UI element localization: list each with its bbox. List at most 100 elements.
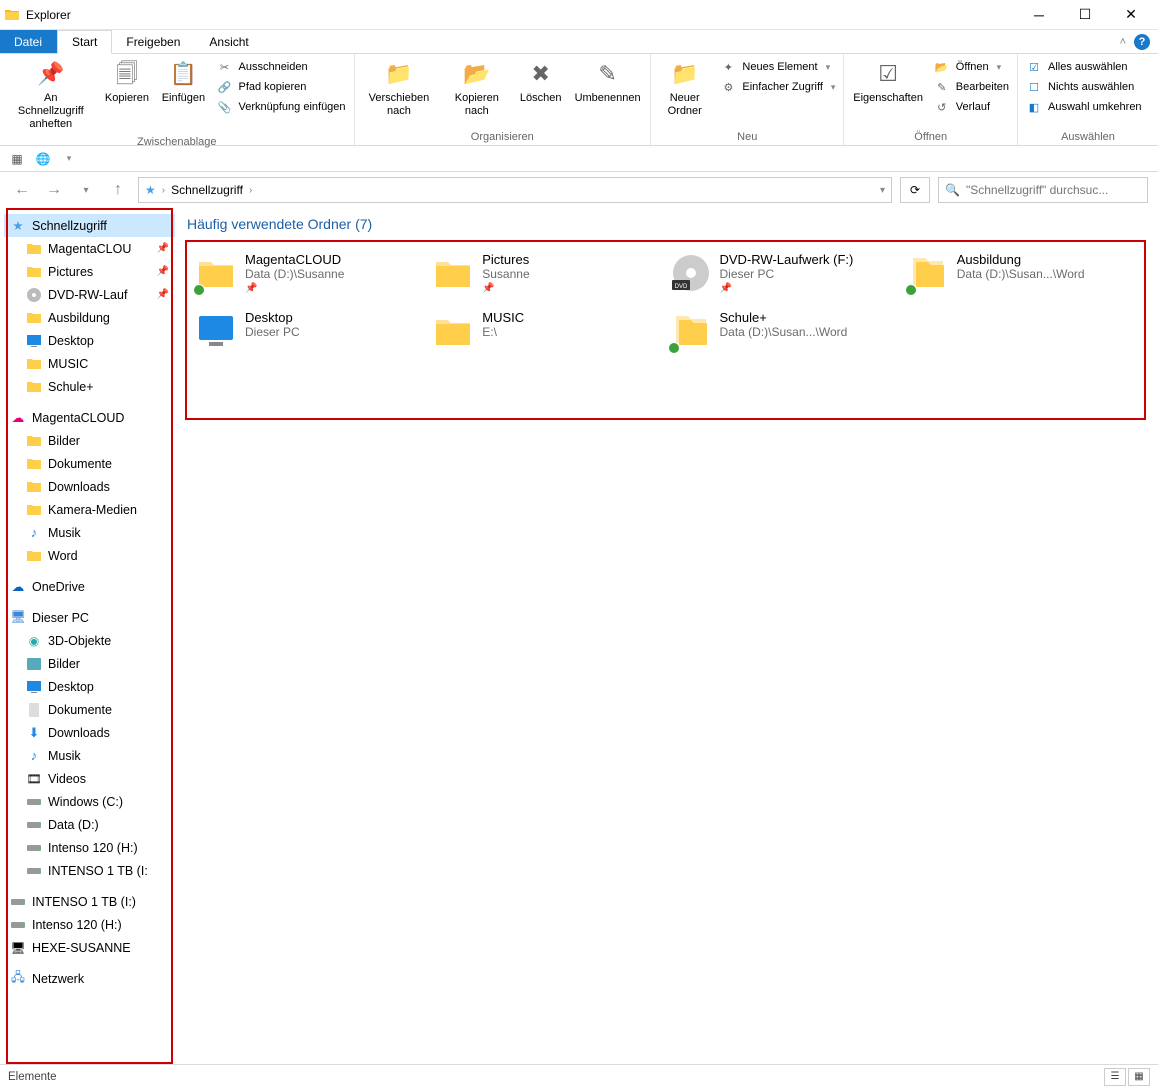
up-button[interactable]: ↑ <box>106 178 130 202</box>
tree-quick-item[interactable]: MUSIC <box>4 352 175 375</box>
tree-drive-item[interactable]: 🖥HEXE-SUSANNE <box>4 936 175 959</box>
tree-quick-item[interactable]: Schule+ <box>4 375 175 398</box>
tree-magenta-item[interactable]: Kamera-Medien <box>4 498 175 521</box>
crumb-sep-icon: › <box>249 185 252 196</box>
tree-thispc[interactable]: 🖥 Dieser PC <box>4 606 175 629</box>
quick-access-toolbar: ▦ 🌐 ▾ <box>0 146 1158 172</box>
tree-thispc-item[interactable]: INTENSO 1 TB (I: <box>4 859 175 882</box>
shortcut-icon: 📎 <box>217 99 233 115</box>
folder-icon <box>26 548 42 564</box>
folder-item[interactable]: DVD DVD-RW-Laufwerk (F:) Dieser PC 📌 <box>670 252 899 294</box>
tree-quickaccess[interactable]: ★ Schnellzugriff <box>4 214 175 237</box>
copy-path-button[interactable]: 🔗Pfad kopieren <box>213 78 350 96</box>
view-icons-button[interactable]: ▦ <box>1128 1068 1150 1086</box>
tree-onedrive[interactable]: ☁ OneDrive <box>4 575 175 598</box>
tab-start[interactable]: Start <box>57 30 112 54</box>
qat-view-icon[interactable]: ▦ <box>6 149 28 169</box>
copy-to-button[interactable]: 📂 Kopieren nach <box>441 56 512 120</box>
tree-thispc-item[interactable]: Dokumente <box>4 698 175 721</box>
tree-magenta-item[interactable]: Word <box>4 544 175 567</box>
addr-dropdown-icon[interactable]: ▾ <box>880 185 885 196</box>
close-button[interactable]: ✕ <box>1108 0 1154 30</box>
tree-magenta-item[interactable]: Downloads <box>4 475 175 498</box>
folder-item[interactable]: Ausbildung Data (D:)\Susan...\Word <box>907 252 1136 294</box>
folder-item[interactable]: Schule+ Data (D:)\Susan...\Word <box>670 310 899 352</box>
tree-drive-item[interactable]: Intenso 120 (H:) <box>4 913 175 936</box>
open-button[interactable]: 📂Öffnen▾ <box>930 58 1013 76</box>
sync-badge-icon <box>193 284 205 296</box>
tree-thispc-item[interactable]: Intenso 120 (H:) <box>4 836 175 859</box>
tree-thispc-item[interactable]: Bilder <box>4 652 175 675</box>
qat-dropdown-icon[interactable]: ▾ <box>58 149 80 169</box>
folder-item[interactable]: Desktop Dieser PC <box>195 310 424 352</box>
folder-item[interactable]: Pictures Susanne 📌 <box>432 252 661 294</box>
breadcrumb-root[interactable]: Schnellzugriff <box>171 183 243 197</box>
help-icon[interactable]: ? <box>1134 34 1150 50</box>
maximize-button[interactable]: ☐ <box>1062 0 1108 30</box>
item-icon <box>26 794 42 810</box>
history-button[interactable]: ↺Verlauf <box>930 98 1013 116</box>
tree-quick-item[interactable]: MagentaCLOU📌 <box>4 237 175 260</box>
navigation-tree[interactable]: ★ Schnellzugriff MagentaCLOU📌Pictures📌DV… <box>0 208 175 1064</box>
forward-button[interactable]: → <box>42 178 66 202</box>
folder-large-icon <box>670 310 712 352</box>
tree-magenta-item[interactable]: Bilder <box>4 429 175 452</box>
folder-item[interactable]: MUSIC E:\ <box>432 310 661 352</box>
item-icon <box>26 840 42 856</box>
pin-quickaccess-button[interactable]: 📌 An Schnellzugriff anheften <box>4 56 98 134</box>
view-details-button[interactable]: ☰ <box>1104 1068 1126 1086</box>
item-icon: ◉ <box>26 633 42 649</box>
address-bar[interactable]: ★ › Schnellzugriff › ▾ <box>138 177 892 203</box>
folder-item[interactable]: MagentaCLOUD Data (D:)\Susanne 📌 <box>195 252 424 294</box>
tab-share[interactable]: Freigeben <box>112 30 195 53</box>
open-icon: 📂 <box>934 59 950 75</box>
tree-quick-item[interactable]: Pictures📌 <box>4 260 175 283</box>
tree-thispc-item[interactable]: ♪Musik <box>4 744 175 767</box>
search-box[interactable]: 🔍 <box>938 177 1148 203</box>
tree-quick-item[interactable]: Desktop <box>4 329 175 352</box>
tree-thispc-item[interactable]: Data (D:) <box>4 813 175 836</box>
tree-thispc-item[interactable]: Windows (C:) <box>4 790 175 813</box>
tree-thispc-item[interactable]: 🎞Videos <box>4 767 175 790</box>
paste-button[interactable]: 📋 Einfügen <box>156 56 210 107</box>
tree-magenta-item[interactable]: ♪Musik <box>4 521 175 544</box>
tree-thispc-item[interactable]: Desktop <box>4 675 175 698</box>
properties-button[interactable]: ☑ Eigenschaften <box>848 56 927 107</box>
edit-button[interactable]: ✎Bearbeiten <box>930 78 1013 96</box>
tree-quick-item[interactable]: Ausbildung <box>4 306 175 329</box>
qat-globe-icon[interactable]: 🌐 <box>32 149 54 169</box>
tree-magenta-item[interactable]: Dokumente <box>4 452 175 475</box>
select-all-button[interactable]: ☑Alles auswählen <box>1022 58 1146 76</box>
cut-button[interactable]: ✂Ausschneiden <box>213 58 350 76</box>
tree-network[interactable]: 🖧 Netzwerk <box>4 967 175 990</box>
folder-icon <box>26 502 42 518</box>
selectnone-icon: ☐ <box>1026 79 1042 95</box>
copy-button[interactable]: 🗐 Kopieren <box>100 56 155 107</box>
select-none-button[interactable]: ☐Nichts auswählen <box>1022 78 1146 96</box>
back-button[interactable]: ← <box>10 178 34 202</box>
folder-icon <box>26 241 42 257</box>
tree-thispc-item[interactable]: ◉3D-Objekte <box>4 629 175 652</box>
recent-dropdown[interactable]: ▾ <box>74 178 98 202</box>
tree-magentacloud[interactable]: ☁ MagentaCLOUD <box>4 406 175 429</box>
refresh-button[interactable]: ⟳ <box>900 177 930 203</box>
minimize-button[interactable]: ─ <box>1016 0 1062 30</box>
delete-button[interactable]: ✖ Löschen <box>514 56 567 107</box>
paste-link-button[interactable]: 📎Verknüpfung einfügen <box>213 98 350 116</box>
move-to-button[interactable]: 📁 Verschieben nach <box>359 56 440 120</box>
pin-icon: 📌 <box>157 266 173 277</box>
tree-drive-item[interactable]: INTENSO 1 TB (I:) <box>4 890 175 913</box>
search-input[interactable] <box>966 183 1141 197</box>
tab-view[interactable]: Ansicht <box>195 30 263 53</box>
tree-quick-item[interactable]: DVD-RW-Lauf📌 <box>4 283 175 306</box>
status-bar: Elemente ☰ ▦ <box>0 1064 1158 1088</box>
new-folder-button[interactable]: 📁 Neuer Ordner <box>655 56 714 120</box>
drive-icon: 🖥 <box>10 940 26 956</box>
new-item-button[interactable]: ✦Neues Element▾ <box>716 58 839 76</box>
ribbon-collapse-icon[interactable]: ˄ <box>1120 36 1126 48</box>
tab-file[interactable]: Datei <box>0 30 57 53</box>
tree-thispc-item[interactable]: ⬇Downloads <box>4 721 175 744</box>
rename-button[interactable]: ✎ Umbenennen <box>569 56 646 107</box>
invert-selection-button[interactable]: ◧Auswahl umkehren <box>1022 98 1146 116</box>
easy-access-button[interactable]: ⚙Einfacher Zugriff▾ <box>716 78 839 96</box>
